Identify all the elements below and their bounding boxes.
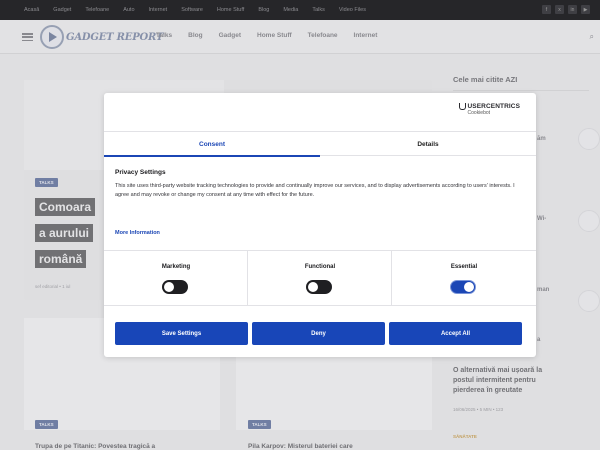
consent-categories: Marketing Functional Essential bbox=[104, 250, 536, 306]
category-essential: Essential bbox=[392, 251, 536, 306]
category-marketing: Marketing bbox=[104, 251, 248, 306]
dialog-buttons: Save Settings Deny Accept All bbox=[115, 322, 522, 345]
cookie-consent-dialog: USERCENTRICS Cookiebot Consent Details P… bbox=[104, 93, 536, 357]
category-label: Functional bbox=[304, 264, 336, 270]
functional-toggle[interactable] bbox=[306, 280, 332, 294]
category-functional: Functional bbox=[248, 251, 392, 306]
category-label: Essential bbox=[450, 264, 478, 270]
category-label: Marketing bbox=[161, 264, 191, 270]
brand-name: USERCENTRICS bbox=[467, 103, 520, 110]
more-information-link[interactable]: More Information bbox=[115, 230, 160, 236]
usercentrics-icon bbox=[458, 103, 466, 110]
essential-toggle[interactable] bbox=[450, 280, 476, 294]
dialog-tabs: Consent Details bbox=[104, 131, 536, 157]
tab-details[interactable]: Details bbox=[320, 132, 536, 156]
brand-subtitle: Cookiebot bbox=[467, 110, 491, 116]
privacy-settings-title: Privacy Settings bbox=[115, 169, 166, 176]
save-settings-button[interactable]: Save Settings bbox=[115, 322, 248, 345]
marketing-toggle[interactable] bbox=[162, 280, 188, 294]
tab-consent[interactable]: Consent bbox=[104, 132, 320, 157]
accept-all-button[interactable]: Accept All bbox=[389, 322, 522, 345]
usercentrics-logo: USERCENTRICS Cookiebot bbox=[458, 103, 520, 116]
privacy-settings-text: This site uses third-party website track… bbox=[115, 183, 515, 198]
deny-button[interactable]: Deny bbox=[252, 322, 385, 345]
